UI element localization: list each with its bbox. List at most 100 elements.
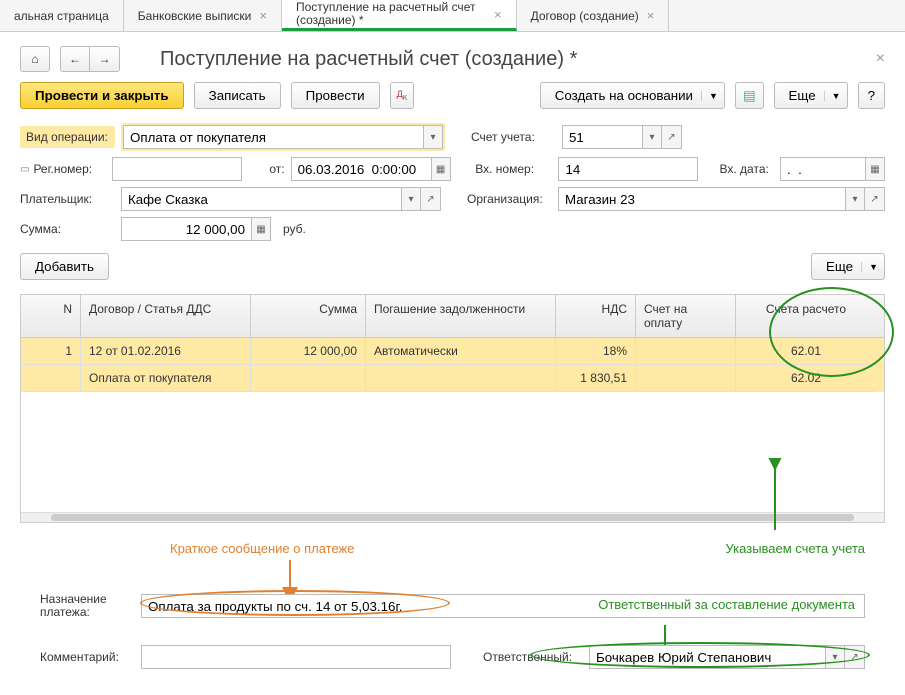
tab-main-page[interactable]: альная страница [0, 0, 124, 31]
reg-number-label: ▭Рег.номер: [20, 162, 106, 176]
close-icon[interactable]: × [647, 8, 655, 23]
create-based-on-button[interactable]: Создать на основании ▼ [540, 82, 725, 109]
chevron-down-icon: ▼ [701, 91, 718, 101]
col-sum[interactable]: Сумма [251, 295, 366, 337]
annotation-green-text: Указываем счета учета [726, 541, 866, 556]
cell-invoice [636, 365, 736, 392]
tab-label: Банковские выписки [138, 9, 252, 23]
cell-contract: Оплата от покупателя [81, 365, 251, 392]
operation-type-input[interactable] [123, 125, 423, 149]
table-header: N Договор / Статья ДДС Сумма Погашение з… [21, 295, 884, 338]
tab-bank-statements[interactable]: Банковские выписки × [124, 0, 282, 31]
document-icon: ▤ [743, 88, 756, 104]
close-icon[interactable]: × [494, 7, 502, 22]
horizontal-scrollbar[interactable] [21, 512, 884, 522]
col-repayment[interactable]: Погашение задолженности [366, 295, 556, 337]
back-button[interactable]: ← [60, 46, 90, 72]
help-button[interactable]: ? [858, 82, 885, 109]
ext-date-label: Вх. дата: [720, 162, 774, 176]
currency-label: руб. [283, 222, 306, 236]
sum-label: Сумма: [20, 222, 115, 236]
chevron-down-icon: ▼ [824, 91, 841, 101]
close-page-button[interactable]: × [876, 50, 885, 68]
payment-table: N Договор / Статья ДДС Сумма Погашение з… [20, 294, 885, 523]
responsible-input[interactable] [589, 645, 825, 669]
reg-number-input[interactable] [112, 157, 242, 181]
dropdown-icon[interactable]: ▾ [825, 645, 845, 669]
dropdown-icon[interactable]: ▾ [401, 187, 421, 211]
col-invoice[interactable]: Счет на оплату [636, 295, 736, 337]
purpose-label: Назначение платежа: [40, 593, 135, 619]
forward-button[interactable]: → [90, 46, 120, 72]
open-icon[interactable]: ↗ [421, 187, 441, 211]
ext-number-input[interactable] [558, 157, 698, 181]
tab-label: Договор (создание) [531, 9, 639, 23]
table-row[interactable]: 1 12 от 01.02.2016 12 000,00 Автоматичес… [21, 338, 884, 365]
post-button[interactable]: Провести [291, 82, 380, 109]
purpose-input[interactable] [141, 594, 865, 618]
dropdown-icon[interactable]: ▾ [845, 187, 865, 211]
dropdown-icon[interactable]: ▾ [423, 125, 443, 149]
report-button[interactable]: ▤ [735, 82, 764, 109]
comment-input[interactable] [141, 645, 451, 669]
button-label: Еще [789, 88, 816, 103]
open-icon[interactable]: ↗ [662, 125, 682, 149]
post-and-close-button[interactable]: Провести и закрыть [20, 82, 184, 109]
dk-icon: ДК [397, 90, 407, 102]
toolbar: Провести и закрыть Записать Провести ДК … [0, 82, 905, 123]
cell-sum [251, 365, 366, 392]
add-row-button[interactable]: Добавить [20, 253, 109, 280]
calendar-icon[interactable]: ▦ [431, 157, 451, 181]
calendar-icon[interactable]: ▦ [865, 157, 885, 181]
cell-repayment: Автоматически [366, 338, 556, 365]
organization-label: Организация: [467, 192, 552, 206]
account-label: Счет учета: [471, 130, 556, 144]
tab-receipt-create[interactable]: Поступление на расчетный счет (создание)… [282, 0, 517, 31]
sum-input[interactable] [121, 217, 251, 241]
home-button[interactable]: ⌂ [20, 46, 50, 72]
cell-sum: 12 000,00 [251, 338, 366, 365]
save-button[interactable]: Записать [194, 82, 281, 109]
table-more-button[interactable]: Еще ▼ [811, 253, 885, 280]
cell-vat: 1 830,51 [556, 365, 636, 392]
payer-input[interactable] [121, 187, 401, 211]
col-vat[interactable]: НДС [556, 295, 636, 337]
form-area: Вид операции: ▾ Счет учета: ▾ ↗ ▭Рег.ном… [0, 123, 905, 695]
table-empty-space [21, 392, 884, 512]
ext-date-input[interactable] [780, 157, 865, 181]
button-label: Еще [826, 259, 853, 274]
responsible-label: Ответственный: [483, 650, 583, 664]
button-label: Создать на основании [555, 88, 693, 103]
account-input[interactable] [562, 125, 642, 149]
col-contract[interactable]: Договор / Статья ДДС [81, 295, 251, 337]
page-header: ⌂ ← → Поступление на расчетный счет (соз… [0, 32, 905, 82]
cell-repayment [366, 365, 556, 392]
cell-account: 62.01 [736, 338, 876, 365]
open-icon[interactable]: ↗ [845, 645, 865, 669]
open-icon[interactable]: ↗ [865, 187, 885, 211]
table-row[interactable]: Оплата от покупателя 1 830,51 62.02 [21, 365, 884, 392]
close-icon[interactable]: × [259, 8, 267, 23]
from-label: от: [248, 162, 284, 176]
ext-number-label: Вх. номер: [475, 162, 552, 176]
date-input[interactable] [291, 157, 431, 181]
page-title: Поступление на расчетный счет (создание)… [160, 48, 866, 71]
col-n[interactable]: N [21, 295, 81, 337]
cell-n [21, 365, 81, 392]
operation-type-label: Вид операции: [20, 126, 115, 148]
more-button[interactable]: Еще ▼ [774, 82, 848, 109]
tab-contract-create[interactable]: Договор (создание) × [517, 0, 670, 31]
dropdown-icon[interactable]: ▾ [642, 125, 662, 149]
cell-contract: 12 от 01.02.2016 [81, 338, 251, 365]
organization-input[interactable] [558, 187, 845, 211]
cell-account: 62.02 [736, 365, 876, 392]
tab-label: альная страница [14, 9, 109, 23]
scroll-thumb[interactable] [51, 514, 854, 521]
dk-button[interactable]: ДК [390, 82, 414, 109]
payer-label: Плательщик: [20, 192, 115, 206]
document-icon: ▭ [20, 164, 29, 175]
chevron-down-icon: ▼ [861, 262, 878, 272]
col-accounts[interactable]: Счета расчето [736, 295, 876, 337]
calculator-icon[interactable]: ▦ [251, 217, 271, 241]
comment-label: Комментарий: [40, 650, 135, 664]
